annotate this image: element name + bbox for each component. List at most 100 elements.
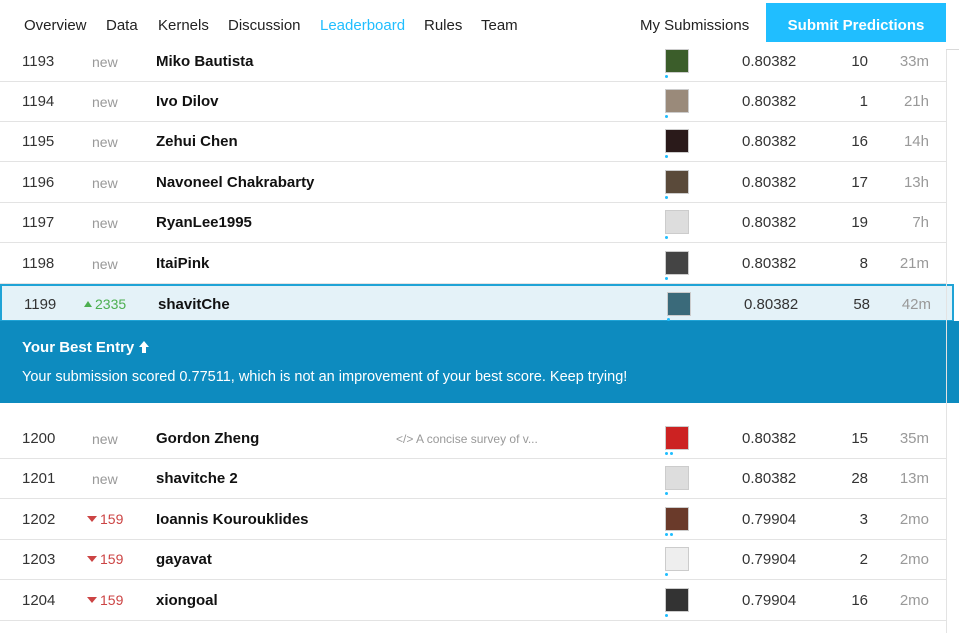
entries: 2	[859, 551, 868, 568]
team-name[interactable]: shavitChe	[158, 296, 230, 313]
rank: 1204	[22, 592, 56, 609]
leaderboard-row[interactable]: 1193 new Miko Bautista 0.80382 10 33m	[0, 42, 946, 82]
rank-change: new	[92, 94, 118, 110]
avatar[interactable]	[665, 251, 689, 275]
entries: 3	[859, 511, 868, 528]
banner-message: Your submission scored 0.77511, which is…	[22, 369, 628, 385]
last-submission: 33m	[899, 53, 929, 70]
team-name[interactable]: Ivo Dilov	[156, 93, 219, 110]
rank-change: new	[92, 256, 118, 272]
last-submission: 14h	[903, 133, 929, 150]
rank: 1194	[22, 93, 55, 110]
avatar[interactable]	[665, 426, 689, 450]
last-submission: 21h	[903, 93, 929, 110]
last-submission: 2mo	[899, 592, 929, 609]
leaderboard-row[interactable]: 1196 new Navoneel Chakrabarty 0.80382 17…	[0, 162, 946, 203]
team-name[interactable]: xiongoal	[156, 592, 218, 609]
avatar[interactable]	[665, 89, 689, 113]
rank: 1193	[22, 53, 55, 70]
last-submission: 35m	[899, 430, 929, 447]
avatar[interactable]	[665, 129, 689, 153]
team-name[interactable]: Gordon Zheng	[156, 430, 259, 447]
team-name[interactable]: RyanLee1995	[156, 214, 252, 231]
leaderboard-row[interactable]: 1197 new RyanLee1995 0.80382 19 7h	[0, 203, 946, 243]
last-submission: 13m	[899, 470, 929, 487]
avatar[interactable]	[665, 49, 689, 73]
score: 0.80382	[742, 93, 797, 110]
team-name[interactable]: Miko Bautista	[156, 53, 254, 70]
team-name[interactable]: Ioannis Kourouklides	[156, 511, 309, 528]
leaderboard-row[interactable]: 1200 new Gordon Zheng </> A concise surv…	[0, 418, 946, 459]
score: 0.79904	[742, 592, 797, 609]
rank-change: new	[92, 431, 118, 447]
avatar[interactable]	[665, 507, 689, 531]
score: 0.79904	[742, 511, 797, 528]
rank: 1203	[22, 551, 56, 568]
banner-title-text: Your Best Entry	[22, 339, 135, 356]
avatar[interactable]	[665, 466, 689, 490]
score: 0.79904	[742, 551, 797, 568]
rank-change: 159	[87, 592, 123, 608]
rank: 1200	[22, 430, 56, 447]
member-dot	[665, 533, 668, 536]
score: 0.80382	[742, 255, 797, 272]
avatar[interactable]	[667, 292, 691, 316]
banner-title: Your Best Entry	[22, 339, 150, 356]
rank-change-value: 159	[100, 511, 124, 527]
entries: 17	[851, 174, 868, 191]
rank-change: new	[92, 175, 118, 191]
team-name[interactable]: shavitche 2	[156, 470, 238, 487]
team-name[interactable]: Zehui Chen	[156, 133, 238, 150]
entries: 8	[859, 255, 868, 272]
member-dot	[665, 452, 668, 455]
member-dot	[665, 75, 668, 78]
leaderboard-row[interactable]: 1194 new Ivo Dilov 0.80382 1 21h	[0, 82, 946, 122]
entries: 15	[851, 430, 868, 447]
leaderboard-row[interactable]: 1201 new shavitche 2 0.80382 28 13m	[0, 459, 946, 499]
leaderboard-row[interactable]: 1202 159 Ioannis Kourouklides 0.79904 3 …	[0, 499, 946, 540]
rank-up-icon	[84, 301, 92, 307]
team-name[interactable]: ItaiPink	[156, 255, 209, 272]
my-leaderboard-row[interactable]: 1199 2335 shavitChe 0.80382 58 42m	[0, 284, 954, 322]
avatar[interactable]	[665, 170, 689, 194]
entries: 16	[851, 592, 868, 609]
score: 0.80382	[744, 296, 799, 313]
entries: 19	[851, 214, 868, 231]
last-submission: 42m	[901, 296, 931, 313]
score: 0.80382	[742, 133, 797, 150]
leaderboard-row[interactable]: 1204 159 xiongoal 0.79904 16 2mo	[0, 580, 946, 621]
avatar[interactable]	[665, 547, 689, 571]
score: 0.80382	[742, 214, 797, 231]
member-dot	[665, 196, 668, 199]
last-submission: 21m	[899, 255, 929, 272]
rank-change: 159	[87, 511, 123, 527]
team-name[interactable]: gayavat	[156, 551, 212, 568]
avatar[interactable]	[665, 210, 689, 234]
entries: 58	[853, 296, 870, 313]
leaderboard-row[interactable]: 1195 new Zehui Chen 0.80382 16 14h	[0, 122, 946, 162]
rank-down-icon	[87, 597, 97, 603]
rank: 1195	[22, 133, 55, 150]
rank: 1202	[22, 511, 56, 528]
member-dot	[665, 492, 668, 495]
leaderboard-row[interactable]: 1198 new ItaiPink 0.80382 8 21m	[0, 243, 946, 284]
divider	[946, 50, 947, 633]
leaderboard-row[interactable]: 1203 159 gayavat 0.79904 2 2mo	[0, 540, 946, 580]
avatar[interactable]	[665, 588, 689, 612]
rank-change: new	[92, 471, 118, 487]
rank-down-icon	[87, 516, 97, 522]
member-dot	[665, 115, 668, 118]
rank-change-value: 2335	[95, 296, 127, 312]
score: 0.80382	[742, 430, 797, 447]
member-dot	[670, 452, 673, 455]
score: 0.80382	[742, 53, 797, 70]
rank-change: new	[92, 54, 118, 70]
entries: 28	[851, 470, 868, 487]
team-name[interactable]: Navoneel Chakrabarty	[156, 174, 314, 191]
arrow-up-icon	[138, 341, 150, 353]
rank: 1198	[22, 255, 55, 272]
member-dot	[665, 573, 668, 576]
last-submission: 7h	[912, 214, 929, 231]
kernel-link[interactable]: </> A concise survey of v...	[396, 432, 538, 446]
score: 0.80382	[742, 174, 797, 191]
